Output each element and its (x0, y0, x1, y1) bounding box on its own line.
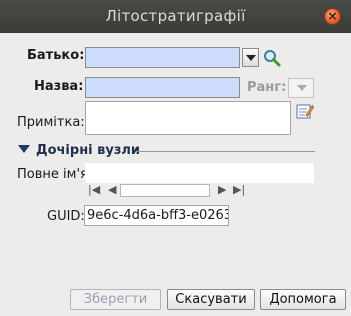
previous-record-icon[interactable]: ◀ (108, 183, 116, 196)
guid-field[interactable]: 9e6c-4d6a-bff3-e0263 (84, 205, 229, 226)
note-label: Примітка: (17, 115, 85, 130)
note-textarea[interactable] (85, 101, 291, 135)
parent-field[interactable] (85, 47, 240, 68)
name-label: Назва: (34, 79, 84, 94)
section-divider (137, 151, 315, 152)
name-field[interactable] (85, 77, 240, 98)
record-position-field (120, 184, 210, 197)
edit-icon[interactable] (296, 103, 314, 121)
help-button[interactable]: Допомога (260, 289, 346, 310)
guid-label: GUID: (47, 209, 85, 224)
close-icon[interactable]: × (324, 8, 341, 25)
next-record-icon[interactable]: ▶ (218, 183, 226, 196)
rank-label: Ранг: (247, 80, 287, 95)
first-record-icon[interactable]: |◀ (88, 183, 100, 196)
rank-dropdown-button[interactable] (294, 79, 311, 97)
window-titlebar: Літостратиграфії × (0, 0, 351, 33)
record-navigator-right: ▶ ▶| (218, 183, 258, 197)
cancel-button[interactable]: Скасувати (167, 289, 255, 310)
search-icon[interactable] (262, 48, 282, 68)
fullname-label: Повне ім'я: (17, 167, 93, 182)
window-title: Літостратиграфії (105, 7, 246, 25)
rank-select[interactable] (288, 78, 314, 98)
collapse-triangle-icon (18, 145, 30, 153)
parent-label: Батько: (27, 48, 85, 63)
fullname-field (85, 163, 314, 183)
last-record-icon[interactable]: ▶| (233, 183, 245, 196)
save-button[interactable]: Зберегти (70, 289, 161, 310)
parent-dropdown-button[interactable] (242, 48, 259, 67)
children-section-toggle[interactable]: Дочірні вузли (18, 143, 140, 158)
children-section-header: Дочірні вузли (36, 143, 141, 158)
